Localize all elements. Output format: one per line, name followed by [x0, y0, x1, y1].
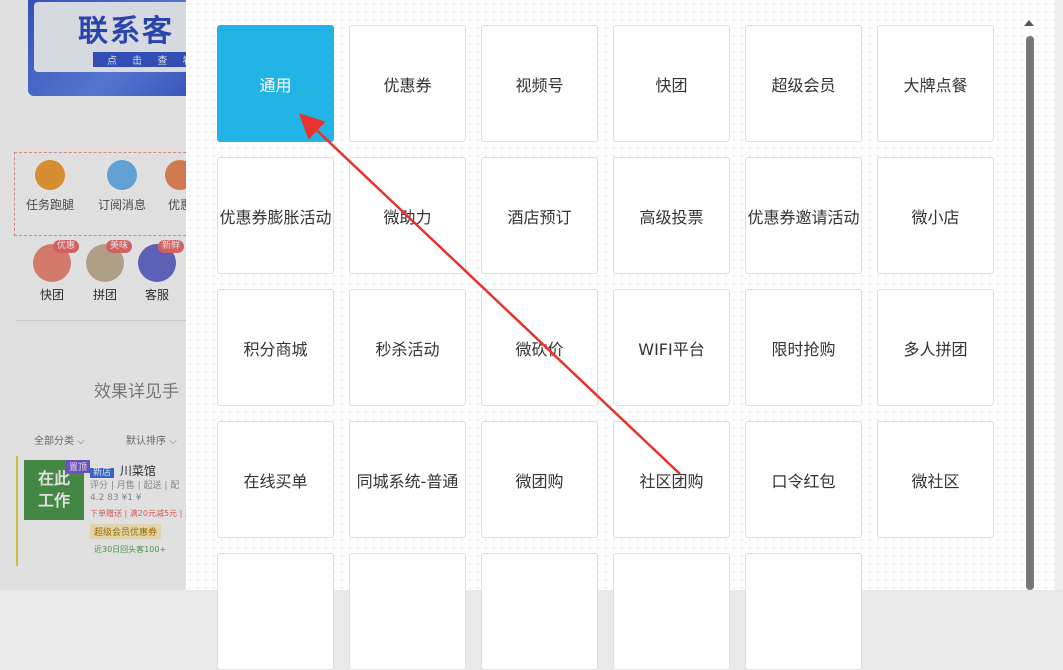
modal-dim-overlay[interactable]: [0, 0, 186, 590]
template-tile-empty[interactable]: [349, 553, 466, 670]
template-tile[interactable]: 限时抢购: [745, 289, 862, 406]
template-tile[interactable]: 快团: [613, 25, 730, 142]
template-tile[interactable]: 微砍价: [481, 289, 598, 406]
template-tile[interactable]: 高级投票: [613, 157, 730, 274]
template-tile[interactable]: 大牌点餐: [877, 25, 994, 142]
scroll-up-arrow-icon[interactable]: [1024, 20, 1034, 26]
template-tile-label: 优惠券邀请活动: [747, 207, 860, 227]
template-tile-label: 同城系统-普通: [356, 471, 459, 491]
template-tile[interactable]: 微团购: [481, 421, 598, 538]
template-tile-label: 高级投票: [639, 207, 704, 227]
template-tile-label: 微社区: [911, 471, 960, 491]
template-tile[interactable]: 优惠券: [349, 25, 466, 142]
template-tile-label: 社区团购: [639, 471, 704, 491]
template-picker-panel: 通用 优惠券 视频号 快团 超级会员 大牌点餐优惠券膨胀活动 微助力 酒店预订 高级投票 优惠券邀…: [186, 0, 1063, 670]
template-tile[interactable]: 微助力: [349, 157, 466, 274]
template-tile[interactable]: 多人拼团: [877, 289, 994, 406]
template-tile-label: 积分商城: [243, 339, 308, 359]
template-tile-label: 微助力: [383, 207, 432, 227]
template-tile-label: WIFI平台: [638, 339, 705, 359]
template-tile-label: 快团: [655, 75, 688, 95]
template-tile-label: 多人拼团: [903, 339, 968, 359]
template-tile[interactable]: 微社区: [877, 421, 994, 538]
template-tile[interactable]: 酒店预订: [481, 157, 598, 274]
template-tile[interactable]: 优惠券邀请活动: [745, 157, 862, 274]
template-tile-label: 大牌点餐: [903, 75, 968, 95]
template-tile-empty[interactable]: [481, 553, 598, 670]
template-tile[interactable]: WIFI平台: [613, 289, 730, 406]
scrollbar-thumb[interactable]: [1026, 36, 1034, 590]
template-tile-empty[interactable]: [613, 553, 730, 670]
template-tile-label: 口令红包: [771, 471, 836, 491]
template-tile[interactable]: 优惠券膨胀活动: [217, 157, 334, 274]
template-tile-label: 通用: [259, 75, 292, 95]
template-tile-label: 视频号: [515, 75, 564, 95]
background-app: 联系客 点 击 查 看 任务跑腿订阅消息优惠 优惠快团美味拼团新鲜客服 效果详见…: [0, 0, 186, 590]
template-tile[interactable]: 在线买单: [217, 421, 334, 538]
template-tile[interactable]: 微小店: [877, 157, 994, 274]
template-tile[interactable]: 通用: [217, 25, 334, 142]
template-tile-label: 酒店预订: [507, 207, 572, 227]
template-tile-empty[interactable]: [217, 553, 334, 670]
template-tile-label: 在线买单: [243, 471, 308, 491]
template-tile-label: 秒杀活动: [375, 339, 440, 359]
window-edge: [1055, 0, 1063, 590]
template-tile-label: 微砍价: [515, 339, 564, 359]
template-tile[interactable]: 口令红包: [745, 421, 862, 538]
template-tile-label: 微团购: [515, 471, 564, 491]
template-tile[interactable]: 积分商城: [217, 289, 334, 406]
template-tile-label: 优惠券膨胀活动: [219, 207, 332, 227]
template-tile[interactable]: 视频号: [481, 25, 598, 142]
template-tile-label: 微小店: [911, 207, 960, 227]
template-tile[interactable]: 社区团购: [613, 421, 730, 538]
template-tile-empty[interactable]: [745, 553, 862, 670]
template-tile[interactable]: 同城系统-普通: [349, 421, 466, 538]
template-tile-label: 限时抢购: [771, 339, 836, 359]
template-tile[interactable]: 超级会员: [745, 25, 862, 142]
template-tile-label: 超级会员: [771, 75, 836, 95]
template-tile[interactable]: 秒杀活动: [349, 289, 466, 406]
template-tile-label: 优惠券: [383, 75, 432, 95]
